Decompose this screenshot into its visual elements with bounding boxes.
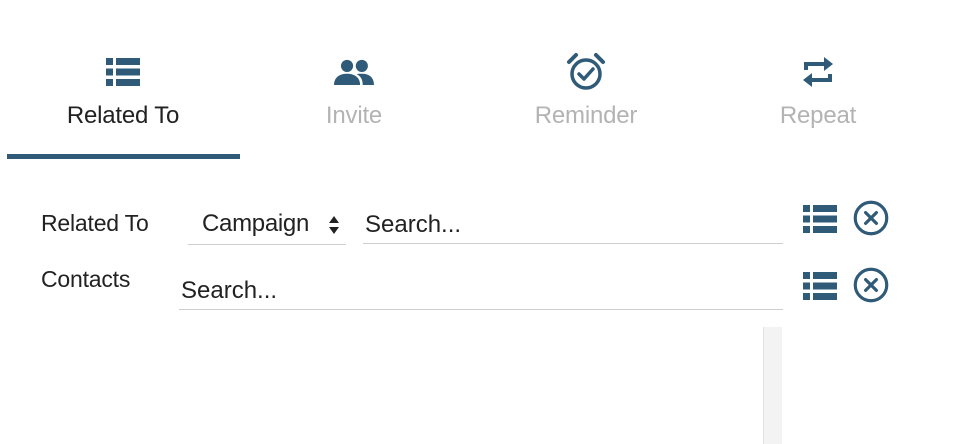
related-to-type-value: Campaign (202, 210, 309, 237)
contacts-label: Contacts (41, 266, 131, 292)
related-to-label: Related To (41, 210, 149, 236)
alarm-clock-icon (566, 53, 606, 90)
tab-reminder[interactable]: Reminder (470, 0, 702, 162)
contacts-list-scrollbar[interactable] (763, 327, 782, 444)
related-to-list-icon[interactable] (802, 201, 838, 237)
related-to-clear-icon[interactable] (853, 200, 889, 236)
tab-bar: Related To Invite Reminder Repeat (0, 0, 963, 162)
tab-label: Invite (325, 102, 383, 129)
tab-label: Repeat (779, 102, 857, 129)
tab-repeat[interactable]: Repeat (702, 0, 934, 162)
select-arrows-icon (328, 214, 340, 236)
related-to-type-select[interactable]: Campaign (188, 206, 346, 245)
people-icon (334, 54, 374, 90)
activity-editor: Related To Invite Reminder Repeat Relate… (0, 0, 963, 444)
tab-label: Reminder (534, 102, 638, 129)
tab-related-to[interactable]: Related To (7, 0, 239, 162)
list-icon (103, 54, 143, 90)
contacts-list-icon[interactable] (802, 268, 838, 304)
contacts-clear-icon[interactable] (853, 267, 889, 303)
tab-invite[interactable]: Invite (238, 0, 470, 162)
tab-label: Related To (66, 102, 180, 129)
repeat-icon (798, 54, 838, 90)
active-tab-indicator (7, 154, 240, 159)
related-to-search-input[interactable] (363, 206, 783, 244)
contacts-search-input[interactable] (179, 272, 783, 310)
